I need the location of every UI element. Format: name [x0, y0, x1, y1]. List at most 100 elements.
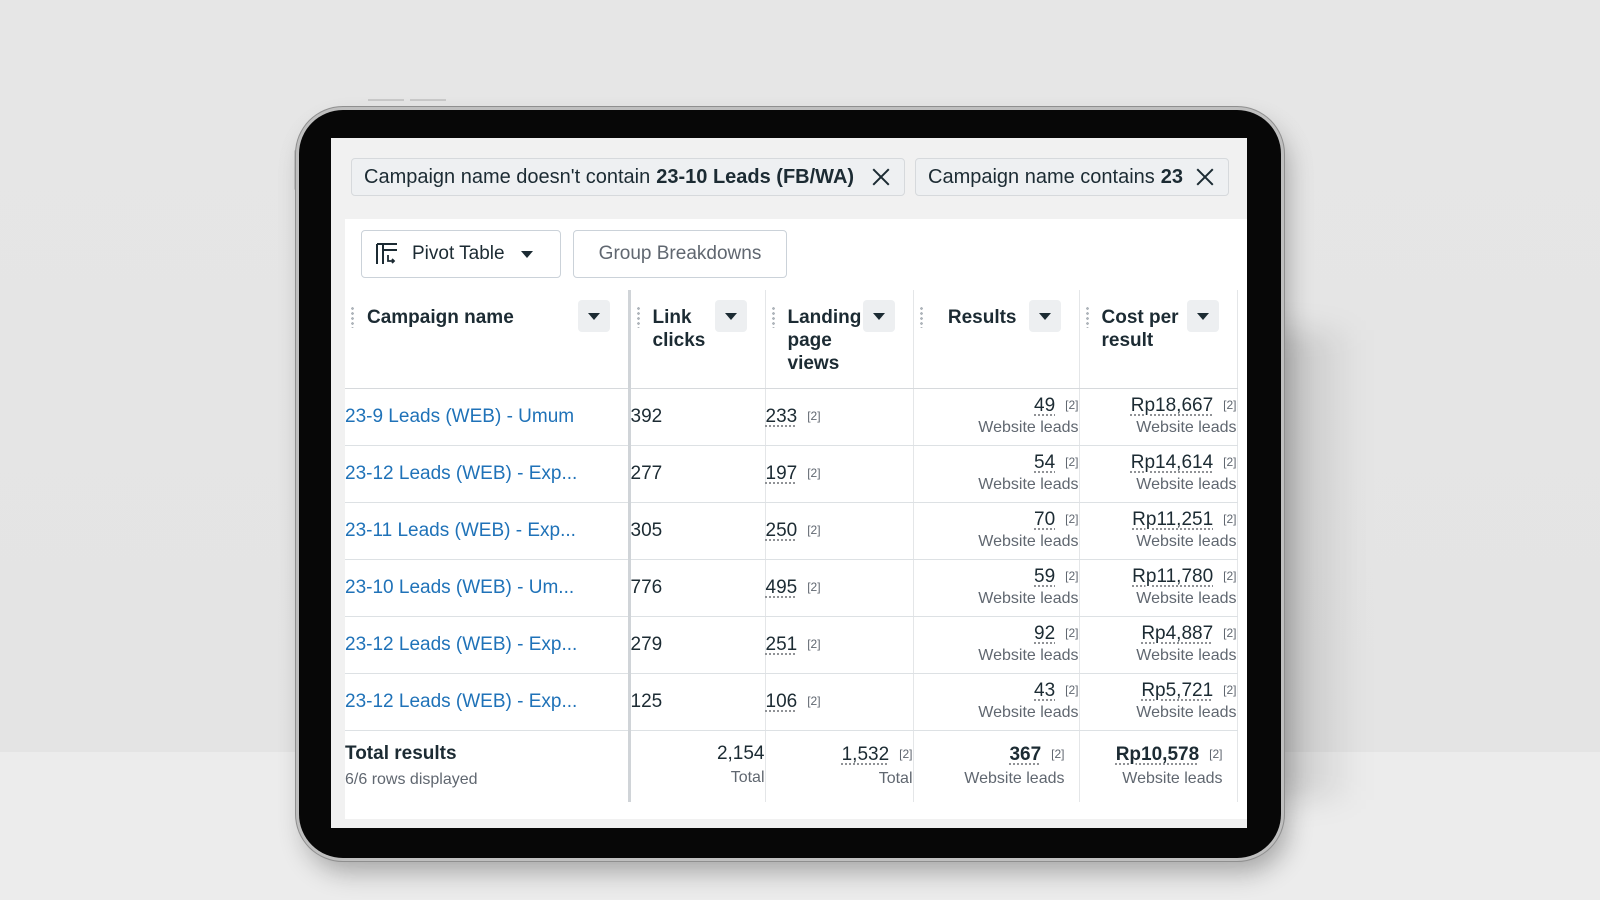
results-type: Website leads — [978, 590, 1079, 607]
footnote-marker: [2] — [1065, 626, 1079, 640]
chevron-down-icon — [1038, 312, 1051, 320]
drag-handle-icon[interactable] — [919, 306, 923, 328]
cost-per-result-cell: Rp5,721 [2] Website leads — [1079, 673, 1238, 731]
results-value[interactable]: 54 — [1034, 452, 1055, 473]
campaign-name-link[interactable]: 23-12 Leads (WEB) - Exp... — [345, 691, 577, 712]
landing-page-views-value[interactable]: 251 — [766, 634, 798, 655]
link-clicks-cell: 776 — [629, 559, 766, 617]
footnote-marker: [2] — [1209, 746, 1223, 761]
footnote-marker: [2] — [807, 408, 821, 423]
link-clicks-value: 125 — [630, 690, 663, 712]
column-header-results[interactable]: Results — [913, 290, 1080, 389]
landing-page-views-value[interactable]: 233 — [766, 406, 798, 427]
table-body: 23-9 Leads (WEB) - Umum 392 233 [2] 49 [2] Web… — [345, 388, 1238, 731]
link-clicks-cell: 305 — [629, 502, 766, 560]
results-value[interactable]: 43 — [1034, 680, 1055, 701]
column-menu-button[interactable] — [862, 300, 895, 332]
tablet-frame: Campaign name doesn't contain 23-10 Lead… — [299, 110, 1281, 858]
campaign-name-link[interactable]: 23-10 Leads (WEB) - Um... — [345, 577, 574, 598]
landing-page-views-cell: 495 [2] — [765, 559, 914, 617]
landing-page-views-value[interactable]: 250 — [766, 520, 798, 541]
total-cost-cell: Rp10,578 [2] Website leads — [1079, 730, 1238, 802]
column-header-campaign-name[interactable]: Campaign name — [345, 290, 631, 389]
footnote-marker: [2] — [807, 636, 821, 651]
cost-per-result-type: Website leads — [1136, 476, 1237, 493]
total-caption: Total — [878, 769, 913, 787]
landing-page-views-value[interactable]: 106 — [766, 691, 798, 712]
column-menu-button[interactable] — [1186, 300, 1219, 332]
results-type: Website leads — [978, 533, 1079, 550]
cost-per-result-cell: Rp4,887 [2] Website leads — [1079, 616, 1238, 674]
results-cell: 43 [2] Website leads — [913, 673, 1080, 731]
column-label: Landing page views — [787, 307, 862, 374]
pivot-table-icon — [376, 243, 397, 264]
chevron-down-icon — [724, 312, 737, 320]
filter-chip[interactable]: Campaign name doesn't contain 23-10 Lead… — [351, 158, 905, 196]
table-row: 23-9 Leads (WEB) - Umum 392 233 [2] 49 [2] Web… — [345, 388, 1238, 446]
landing-page-views-value[interactable]: 495 — [766, 577, 798, 598]
filter-chip[interactable]: Campaign name contains 23 — [915, 158, 1229, 196]
drag-handle-icon[interactable] — [636, 306, 640, 328]
column-menu-button[interactable] — [577, 300, 610, 332]
cost-per-result-value[interactable]: Rp4,887 — [1141, 623, 1213, 644]
column-header-cost-per-result[interactable]: Cost per result — [1079, 290, 1238, 389]
link-clicks-value: 305 — [630, 519, 663, 541]
landing-page-views-cell: 233 [2] — [765, 388, 914, 446]
cost-per-result-value[interactable]: Rp5,721 — [1141, 680, 1213, 701]
results-cell: 92 [2] Website leads — [913, 616, 1080, 674]
drag-handle-icon[interactable] — [1085, 306, 1089, 328]
drag-handle-icon[interactable] — [351, 306, 354, 328]
campaign-name-link[interactable]: 23-12 Leads (WEB) - Exp... — [345, 463, 577, 484]
total-caption: Website leads — [1122, 769, 1223, 787]
cost-per-result-cell: Rp14,614 [2] Website leads — [1079, 445, 1238, 503]
footnote-marker: [2] — [1065, 569, 1079, 583]
background-mark — [368, 99, 404, 101]
footnote-marker: [2] — [1223, 455, 1237, 469]
close-icon[interactable] — [870, 166, 892, 188]
column-menu-button[interactable] — [714, 300, 747, 332]
campaign-name-cell: 23-10 Leads (WEB) - Um... — [345, 559, 631, 617]
landing-page-views-cell: 197 [2] — [765, 445, 914, 503]
total-results[interactable]: 367 — [1009, 744, 1041, 765]
results-type: Website leads — [978, 419, 1079, 436]
report-panel: Pivot Table Group Breakdowns Campaign na… — [345, 219, 1247, 819]
total-landing-views[interactable]: 1,532 — [842, 744, 890, 765]
close-icon[interactable] — [1194, 166, 1216, 188]
results-type: Website leads — [978, 647, 1079, 664]
footnote-marker: [2] — [899, 746, 913, 761]
total-cost-per-result[interactable]: Rp10,578 — [1116, 744, 1199, 765]
landing-page-views-value[interactable]: 197 — [766, 463, 798, 484]
cost-per-result-cell: Rp11,251 [2] Website leads — [1079, 502, 1238, 560]
column-label: Link clicks — [652, 307, 706, 351]
results-value[interactable]: 59 — [1034, 566, 1055, 587]
cost-per-result-value[interactable]: Rp11,251 — [1132, 509, 1213, 530]
campaign-name-cell: 23-12 Leads (WEB) - Exp... — [345, 616, 631, 674]
tablet-screen: Campaign name doesn't contain 23-10 Lead… — [331, 138, 1247, 828]
group-breakdowns-button[interactable]: Group Breakdowns — [573, 230, 787, 278]
results-value[interactable]: 92 — [1034, 623, 1055, 644]
column-header-link-clicks[interactable]: Link clicks — [629, 290, 766, 389]
results-table: Campaign name Link clicks Landing page v… — [345, 290, 1238, 802]
column-menu-button[interactable] — [1028, 300, 1061, 332]
results-value[interactable]: 49 — [1034, 395, 1055, 416]
chevron-down-icon — [587, 312, 600, 320]
footnote-marker: [2] — [1223, 512, 1237, 526]
results-type: Website leads — [978, 476, 1079, 493]
filter-prefix: Campaign name contains — [928, 165, 1155, 188]
footnote-marker: [2] — [807, 522, 821, 537]
table-row: 23-12 Leads (WEB) - Exp... 279 251 [2] 92 [2]… — [345, 616, 1238, 674]
campaign-name-link[interactable]: 23-11 Leads (WEB) - Exp... — [345, 520, 576, 541]
cost-per-result-value[interactable]: Rp18,667 — [1131, 395, 1213, 416]
drag-handle-icon[interactable] — [771, 306, 775, 328]
group-breakdowns-label: Group Breakdowns — [598, 243, 762, 264]
results-value[interactable]: 70 — [1034, 509, 1055, 530]
cost-per-result-value[interactable]: Rp14,614 — [1131, 452, 1213, 473]
chevron-down-icon — [872, 312, 885, 320]
chevron-down-icon — [520, 250, 533, 258]
cost-per-result-value[interactable]: Rp11,780 — [1132, 566, 1213, 587]
pivot-table-dropdown[interactable]: Pivot Table — [361, 230, 561, 278]
link-clicks-cell: 279 — [629, 616, 766, 674]
column-header-landing-page-views[interactable]: Landing page views — [765, 290, 914, 389]
campaign-name-link[interactable]: 23-9 Leads (WEB) - Umum — [345, 406, 574, 427]
campaign-name-link[interactable]: 23-12 Leads (WEB) - Exp... — [345, 634, 577, 655]
